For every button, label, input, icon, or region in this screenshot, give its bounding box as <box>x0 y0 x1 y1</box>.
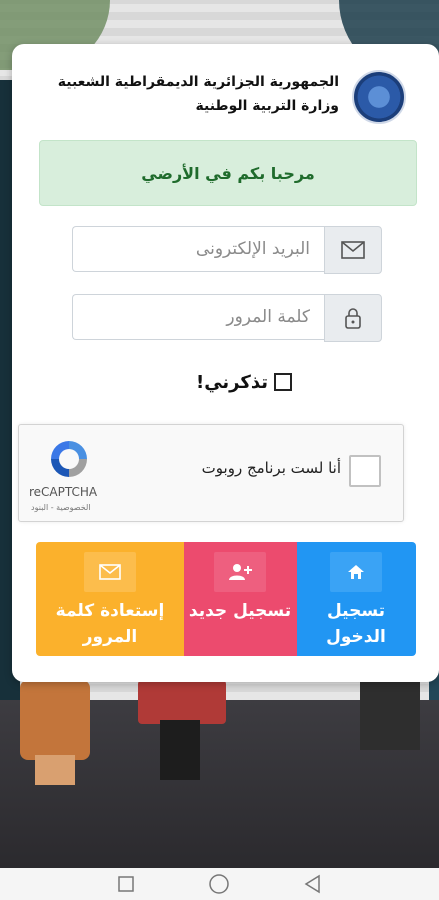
ministry-title: وزارة التربية الوطنية <box>195 98 339 114</box>
envelope-icon <box>84 552 136 592</box>
country-title: الجمهورية الجزائرية الديمقراطية الشعبية <box>57 74 339 90</box>
login-card: الجمهورية الجزائرية الديمقراطية الشعبية … <box>12 44 439 682</box>
login-button[interactable]: تسجيل الدخول <box>296 542 416 656</box>
recaptcha-label: أنا لست برنامج روبوت <box>201 459 341 477</box>
header-titles: الجمهورية الجزائرية الديمقراطية الشعبية … <box>39 70 339 118</box>
email-field: البريد الإلكترونى <box>72 226 382 274</box>
register-label: تسجيل جديد <box>188 601 292 621</box>
remember-checkbox[interactable] <box>274 373 292 391</box>
remember-me[interactable]: تذكرني! <box>172 368 292 396</box>
welcome-alert: مرحبا بكم في الأرضي <box>39 140 417 206</box>
header: الجمهورية الجزائرية الديمقراطية الشعبية … <box>12 44 439 134</box>
recaptcha-checkbox[interactable] <box>349 455 381 487</box>
recover-password-button[interactable]: إستعادة كلمة المرور <box>36 542 184 656</box>
remember-label: تذكرني! <box>196 371 268 393</box>
recover-label: إستعادة كلمة المرور <box>55 601 165 647</box>
recent-apps-icon[interactable] <box>117 875 135 893</box>
home-circle-icon[interactable] <box>208 873 230 895</box>
recaptcha-brand: reCAPTCHA <box>29 485 98 499</box>
ministry-seal-icon <box>352 70 406 124</box>
recaptcha-logo-icon <box>47 437 91 481</box>
home-icon <box>330 552 382 592</box>
back-triangle-icon[interactable] <box>303 874 323 894</box>
password-field: كلمة المرور <box>72 294 382 342</box>
recaptcha-widget: أنا لست برنامج روبوت reCAPTCHA الخصوصية … <box>18 424 404 522</box>
register-button[interactable]: تسجيل جديد <box>183 542 297 656</box>
android-navbar <box>0 868 439 900</box>
recaptcha-links[interactable]: الخصوصية - البنود <box>31 503 91 512</box>
envelope-icon <box>324 226 382 274</box>
login-label: تسجيل الدخول <box>326 601 386 647</box>
password-input[interactable]: كلمة المرور <box>72 294 324 340</box>
user-plus-icon <box>214 552 266 592</box>
email-input[interactable]: البريد الإلكترونى <box>72 226 324 272</box>
lock-icon <box>324 294 382 342</box>
